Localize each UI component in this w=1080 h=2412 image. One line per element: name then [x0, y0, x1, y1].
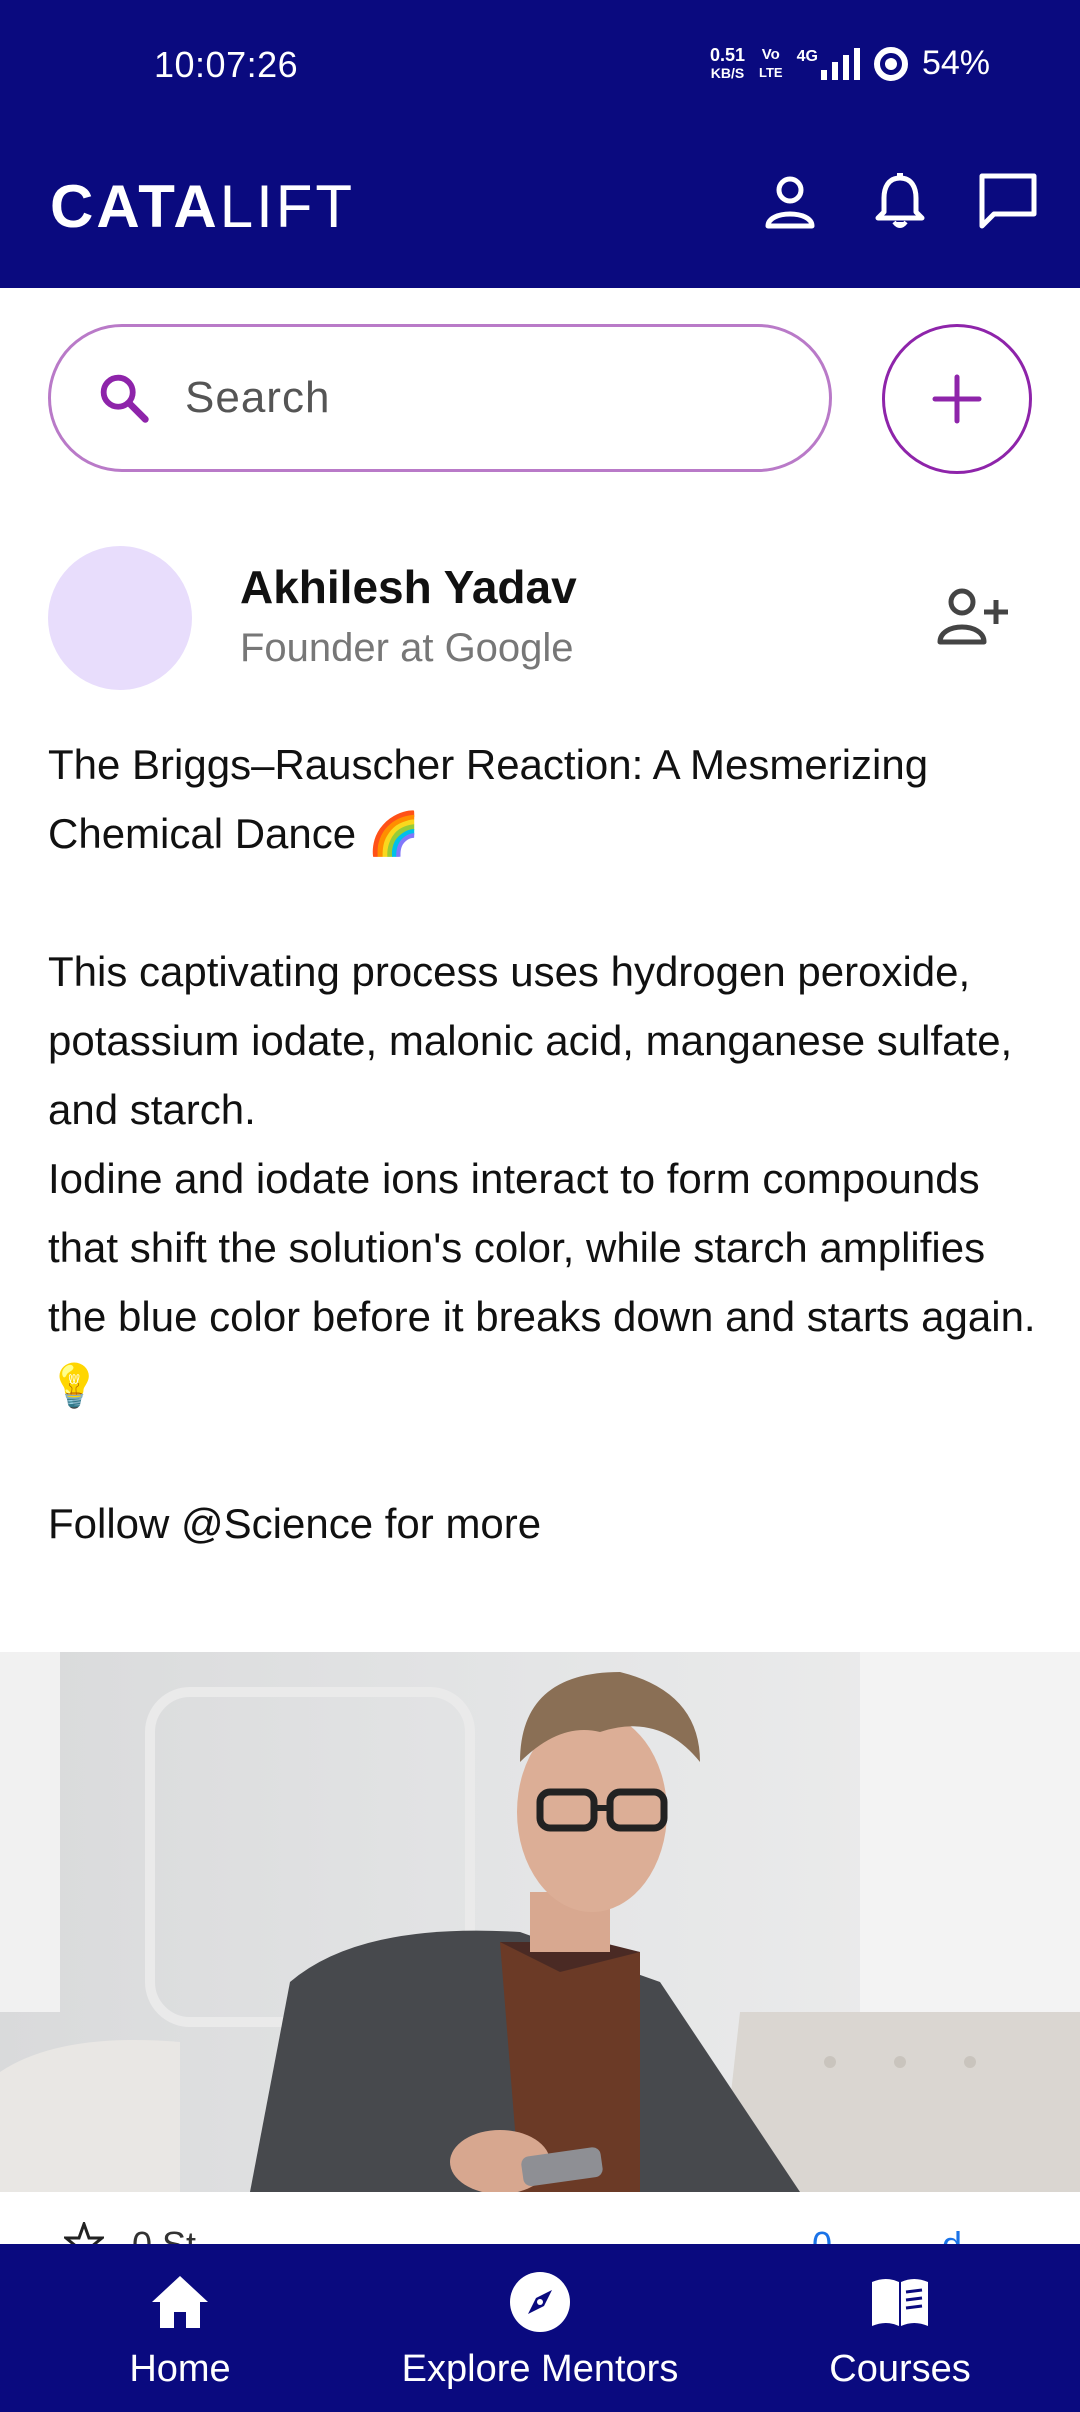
network-speed: 0.51 KB/S: [709, 44, 745, 81]
signal-icon: 4G: [797, 47, 860, 80]
avatar[interactable]: [48, 546, 192, 690]
post-actions: 0 St 0 ..........d: [0, 2192, 1080, 2244]
search-input[interactable]: [185, 373, 745, 423]
post-paragraph: Iodine and iodate ions interact to form …: [48, 1155, 1036, 1409]
volte-indicator: Vo LTE: [759, 45, 783, 80]
brand-logo: CATALIFT: [50, 173, 356, 240]
post-text: The Briggs–Rauscher Reaction: A Mesmeriz…: [48, 730, 1048, 1558]
messages-icon[interactable]: [976, 170, 1040, 234]
post-follow-line: Follow @Science for more: [48, 1500, 542, 1547]
add-connection-icon[interactable]: [936, 584, 1010, 648]
create-post-button[interactable]: [882, 324, 1032, 474]
compass-icon: [508, 2270, 572, 2334]
profile-icon[interactable]: [758, 170, 822, 234]
nav-label: Home: [129, 2348, 231, 2390]
nav-courses[interactable]: Courses: [720, 2244, 1080, 2412]
man-with-phone-photo: [0, 1652, 1080, 2192]
bottom-navigation: Home Explore Mentors Courses: [0, 2244, 1080, 2412]
nav-explore-mentors[interactable]: Explore Mentors: [360, 2244, 720, 2412]
star-icon[interactable]: [64, 2222, 104, 2244]
app-header: 10:07:26 0.51 KB/S Vo LTE 4G 54% CATALIF…: [0, 0, 1080, 288]
nav-label: Courses: [829, 2348, 971, 2390]
status-time: 10:07:26: [154, 44, 299, 85]
post-title: The Briggs–Rauscher Reaction: A Mesmeriz…: [48, 741, 929, 857]
plus-icon: [932, 374, 982, 424]
book-icon: [868, 2270, 932, 2334]
search-icon: [93, 367, 155, 429]
notification-bell-icon[interactable]: [868, 170, 932, 234]
battery-saver-icon: [873, 46, 908, 81]
post-image[interactable]: [0, 1652, 1080, 2192]
search-bar[interactable]: [48, 324, 832, 472]
battery-level: 54%: [921, 44, 990, 82]
author-name[interactable]: Akhilesh Yadav: [240, 560, 577, 614]
reactions-count: 0 St: [132, 2224, 196, 2244]
post-paragraph: This captivating process uses hydrogen p…: [48, 948, 1013, 1133]
nav-label: Explore Mentors: [401, 2348, 679, 2390]
author-title: Founder at Google: [240, 626, 574, 670]
status-indicators: 0.51 KB/S Vo LTE 4G 54%: [710, 44, 990, 83]
home-icon: [148, 2270, 212, 2334]
nav-home[interactable]: Home: [0, 2244, 360, 2412]
comments-link[interactable]: 0 ..........d: [812, 2224, 962, 2244]
